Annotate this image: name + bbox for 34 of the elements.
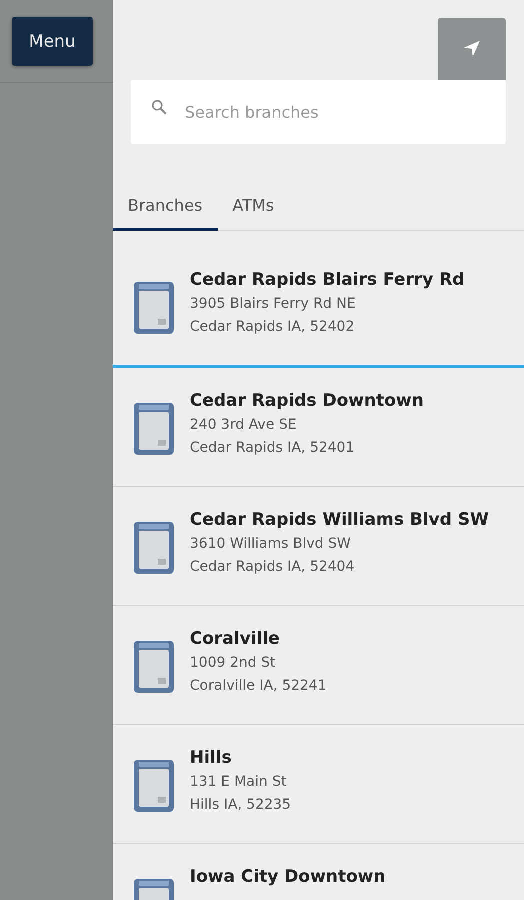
branch-name: Coralville [190, 628, 281, 651]
tab[interactable]: Branches [113, 190, 218, 231]
street-address: 3905 Blairs Ferry Rd NE [190, 295, 357, 314]
branch-name: Cedar Rapids Williams Blvd SW [190, 509, 489, 532]
location-button[interactable] [438, 18, 506, 80]
branch-sign-icon [133, 521, 175, 575]
search-field[interactable]: Search branches [131, 80, 506, 144]
search-icon [151, 99, 169, 117]
branch-sign-icon [133, 640, 175, 694]
street-address: 1009 2nd St [190, 654, 277, 673]
branch-list-item[interactable]: Cedar Rapids Williams Blvd SW 3610 Williams Blvd SW Cedar Rapids IA, 52404 [113, 487, 524, 606]
street-address: 131 E Main St [190, 773, 288, 792]
branch-list-item[interactable]: Hills 131 E Main St Hills IA, 52235 [113, 725, 524, 844]
branch-sign-icon [133, 759, 175, 813]
branch-list-item[interactable]: Cedar Rapids Downtown 240 3rd Ave SE Cedar Rapids IA, 52401 [113, 368, 524, 487]
navigation-arrow-icon [463, 40, 481, 58]
branch-name: Cedar Rapids Downtown [190, 390, 424, 413]
branch-name: Iowa City Downtown [190, 866, 386, 889]
city-state-zip: Hills IA, 52235 [190, 796, 292, 815]
city-state-zip: Cedar Rapids IA, 52402 [190, 318, 356, 337]
branch-sign-icon [133, 402, 175, 456]
city-state-zip: Coralville IA, 52241 [190, 677, 327, 696]
branch-list-item[interactable]: Coralville 1009 2nd St Coralville IA, 52241 [113, 606, 524, 725]
street-address: 240 3rd Ave SE [190, 416, 298, 435]
menu-button[interactable]: Menu [12, 17, 93, 66]
branch-name: Hills [190, 747, 233, 770]
branch-list-item[interactable]: Cedar Rapids Blairs Ferry Rd 3905 Blairs Ferry Rd NE Cedar Rapids IA, 52402 [113, 247, 524, 368]
city-state-zip: Cedar Rapids IA, 52404 [190, 558, 356, 577]
city-state-zip: Cedar Rapids IA, 52401 [190, 439, 356, 458]
branch-list-item[interactable]: Iowa City Downtown [113, 844, 524, 900]
branch-sign-icon [133, 281, 175, 335]
branch-name: Cedar Rapids Blairs Ferry Rd [190, 269, 465, 292]
street-address: 3610 Williams Blvd SW [190, 535, 352, 554]
tab[interactable]: ATMs [218, 190, 290, 231]
